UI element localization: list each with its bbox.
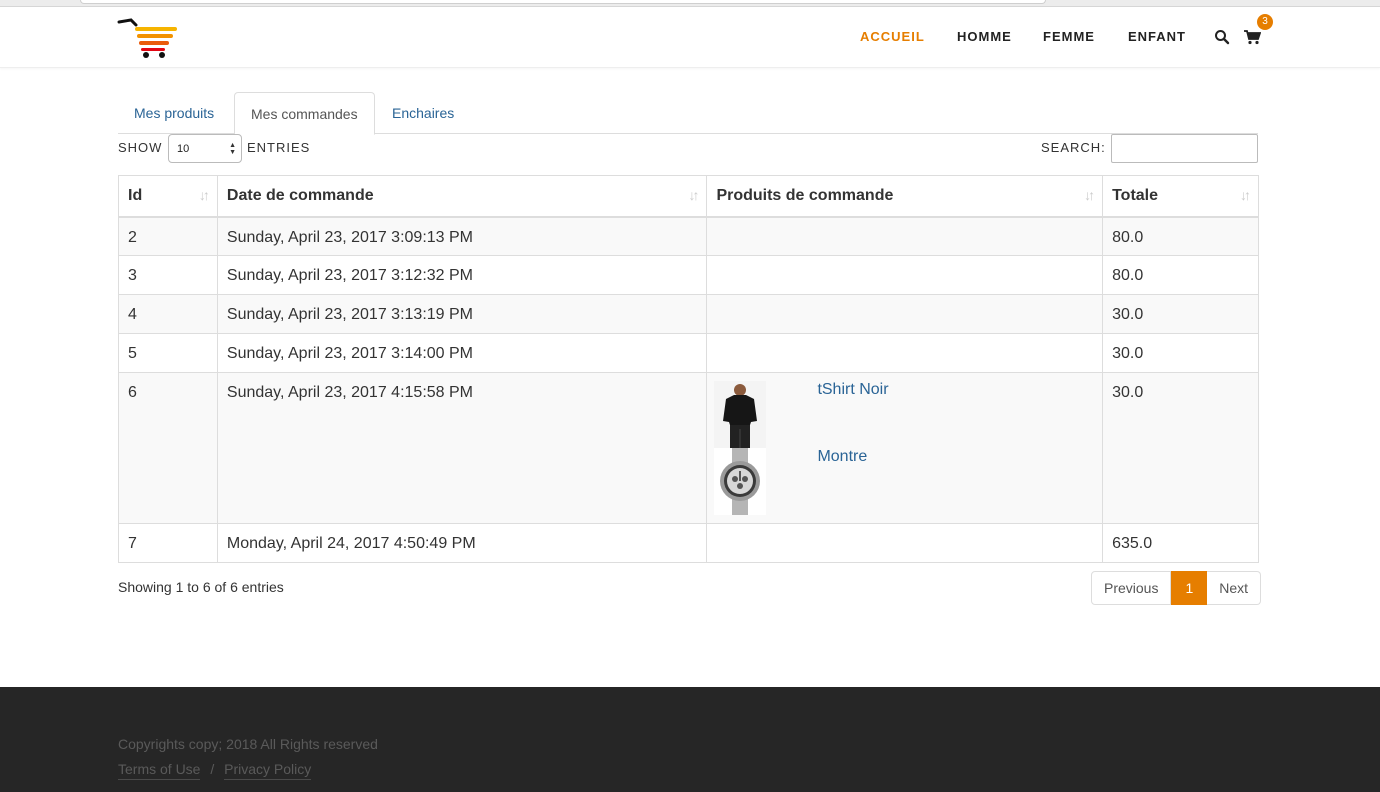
footer-link-separator: / [210,761,215,777]
site-header: ACCUEIL HOMME FEMME ENFANT [0,7,1380,68]
entries-select-value: 10 [177,143,190,155]
nav-accueil[interactable]: ACCUEIL [860,29,925,44]
cell-date: Sunday, April 23, 2017 4:15:58 PM [216,372,708,524]
copyright-text: Copyrights copy; 2018 All Rights reserve… [118,736,378,752]
cell-id: 6 [118,372,218,524]
column-header-products[interactable]: Produits de commande ↓↑ [706,175,1104,218]
table-row: 3 Sunday, April 23, 2017 3:12:32 PM 80.0 [118,255,1259,295]
cell-id: 4 [118,294,218,334]
account-tabs: Mes produits Mes commandes Enchaires [118,92,1258,135]
cell-products [706,333,1104,373]
cell-id: 7 [118,523,218,563]
cell-products [706,294,1104,334]
nav-femme[interactable]: FEMME [1043,29,1095,44]
browser-address-bar[interactable] [80,0,1046,4]
product-link-montre[interactable]: Montre [817,448,867,466]
product-link-tshirt[interactable]: tShirt Noir [817,381,888,399]
table-row: 7 Monday, April 24, 2017 4:50:49 PM 635.… [118,523,1259,563]
previous-page-button[interactable]: Previous [1091,571,1172,605]
column-header-id[interactable]: Id ↓↑ [118,175,218,218]
cell-date: Sunday, April 23, 2017 3:09:13 PM [216,216,708,256]
sort-icon: ↓↑ [1084,187,1095,203]
footer-links: Terms of Use / Privacy Policy [118,761,312,780]
product-item: tShirt Noir [714,381,1094,448]
cell-id: 3 [118,255,218,295]
cell-products [706,216,1104,256]
search-input[interactable] [1111,134,1258,163]
cell-total: 30.0 [1102,333,1259,373]
select-arrows-icon: ▲ ▼ [229,142,236,156]
cell-date: Sunday, April 23, 2017 3:12:32 PM [216,255,708,295]
cart-logo-icon[interactable] [117,17,179,59]
table-row: 6 Sunday, April 23, 2017 4:15:58 PM tShi… [118,372,1259,524]
cell-date: Sunday, April 23, 2017 3:14:00 PM [216,333,708,373]
cell-date: Monday, April 24, 2017 4:50:49 PM [216,523,708,563]
search-label: SEARCH: [1041,140,1106,155]
sort-icon: ↓↑ [1240,187,1251,203]
cell-total: 80.0 [1102,216,1259,256]
orders-table: Id ↓↑ Date de commande ↓↑ Produits de comm… [118,175,1259,563]
watch-product-thumbnail[interactable] [714,448,767,515]
cell-id: 2 [118,216,218,256]
next-page-button[interactable]: Next [1207,571,1262,605]
tab-mes-commandes[interactable]: Mes commandes [234,92,375,135]
site-footer: Copyrights copy; 2018 All Rights reserve… [0,687,1380,792]
pagination: Previous 1 Next [1091,571,1262,605]
cell-total: 635.0 [1102,523,1259,563]
cell-date: Sunday, April 23, 2017 3:13:19 PM [216,294,708,334]
shopping-cart-icon[interactable] [1243,29,1261,45]
product-item: Montre [714,448,1094,515]
table-header-row: Id ↓↑ Date de commande ↓↑ Produits de comm… [118,175,1259,218]
cell-total: 30.0 [1102,372,1259,524]
column-header-date[interactable]: Date de commande ↓↑ [216,175,708,218]
cart-count-badge: 3 [1257,14,1273,30]
sort-icon: ↓↑ [688,187,699,203]
table-row: 5 Sunday, April 23, 2017 3:14:00 PM 30.0 [118,333,1259,373]
table-row: 2 Sunday, April 23, 2017 3:09:13 PM 80.0 [118,216,1259,256]
nav-homme[interactable]: HOMME [957,29,1012,44]
table-row: 4 Sunday, April 23, 2017 3:13:19 PM 30.0 [118,294,1259,334]
tab-enchaires[interactable]: Enchaires [376,92,470,134]
page-1-button[interactable]: 1 [1171,571,1208,605]
entries-per-page-select[interactable]: 10 ▲ ▼ [168,134,242,163]
search-icon[interactable] [1214,29,1230,45]
terms-of-use-link[interactable]: Terms of Use [118,761,201,780]
show-label: SHOW [118,140,163,155]
tab-mes-produits[interactable]: Mes produits [118,92,230,134]
column-header-total[interactable]: Totale ↓↑ [1102,175,1259,218]
cell-total: 80.0 [1102,255,1259,295]
entries-label: ENTRIES [247,140,311,155]
tshirt-product-thumbnail[interactable] [714,381,767,448]
table-info-text: Showing 1 to 6 of 6 entries [118,579,284,595]
sort-icon: ↓↑ [198,187,210,203]
cell-products [706,523,1104,563]
cell-products: tShirt Noir Montre [706,372,1104,524]
cell-id: 5 [118,333,218,373]
cell-total: 30.0 [1102,294,1259,334]
nav-enfant[interactable]: ENFANT [1128,29,1186,44]
privacy-policy-link[interactable]: Privacy Policy [224,761,312,780]
cell-products [706,255,1104,295]
